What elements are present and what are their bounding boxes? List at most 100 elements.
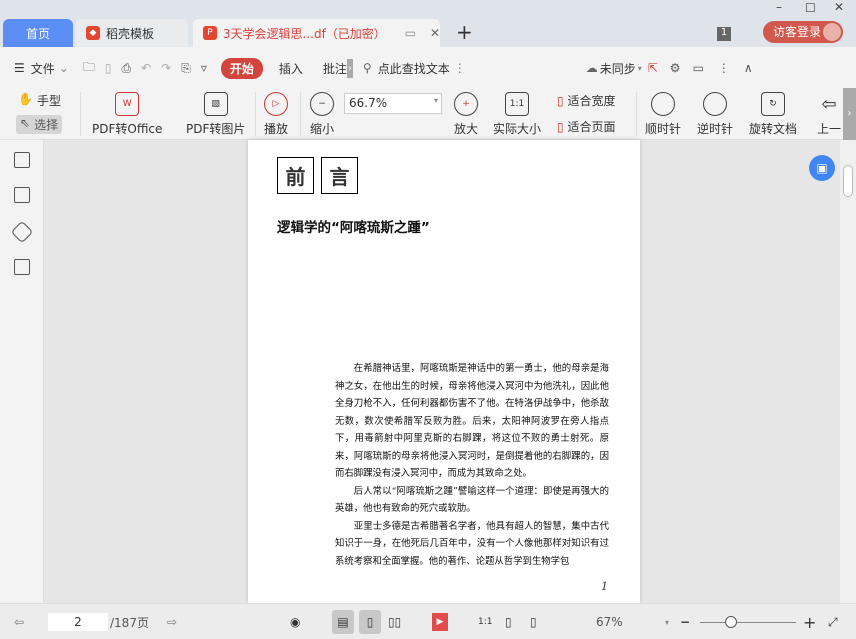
more-icon[interactable]: ⋮ — [454, 61, 466, 75]
more-icon[interactable]: ⋮ — [718, 61, 730, 75]
login-button[interactable]: 访客登录 — [763, 21, 843, 43]
two-page-icon[interactable]: ▯▯ — [388, 613, 401, 631]
minimize-button[interactable]: – — [776, 0, 782, 14]
label: 缩小 — [310, 122, 335, 136]
label: 播放 — [264, 122, 289, 136]
annotation-icon[interactable] — [10, 220, 34, 244]
redo-icon[interactable]: ↷ — [161, 61, 171, 75]
close-tab-icon[interactable]: ✕ — [430, 26, 440, 40]
zoom-in-button[interactable]: + 放大 — [454, 92, 478, 137]
actual-size-icon[interactable]: 1:1 — [478, 613, 492, 631]
login-label: 访客登录 — [773, 25, 822, 39]
paragraph: 后人常以“阿喀琉斯之踵”譬喻这样一个道理：即使是再强大的英雄，他也有致命的死穴或… — [335, 485, 609, 515]
fullscreen-icon[interactable]: ⤢ — [828, 613, 838, 631]
label: PDF转图片 — [186, 122, 246, 136]
rotate-ccw-button[interactable]: 逆时针 — [697, 92, 733, 137]
pdf-to-image-button[interactable]: ▨ PDF转图片 — [186, 92, 245, 137]
new-tab-button[interactable]: + — [456, 20, 473, 44]
tab-bar: 首页 ◆ 稻壳模板 P 3天学会逻辑思...df（已加密） ▭ ✕ + 1 访客登录 –… — [0, 0, 856, 47]
pdf-image-icon: ▨ — [203, 92, 228, 116]
single-page-icon[interactable]: ▯ — [359, 610, 381, 634]
scrollbar[interactable] — [840, 140, 856, 603]
maximize-button[interactable]: ☐ — [805, 1, 816, 15]
fit-width-icon[interactable]: ▯ — [530, 613, 537, 631]
zoom-in-button[interactable]: + — [803, 613, 816, 632]
signature-icon[interactable] — [14, 259, 30, 275]
eye-protection-icon[interactable]: ◉ — [290, 613, 300, 631]
menu-icon[interactable]: ☰ — [14, 61, 25, 75]
prev-page-icon[interactable]: ⇦ — [14, 613, 24, 631]
hand-icon: ✋ — [18, 92, 33, 106]
share-icon[interactable]: ⇱ — [648, 61, 658, 75]
fit-page-button[interactable]: ▯ 适合页面 — [557, 118, 615, 135]
page-input[interactable]: 2 — [48, 613, 108, 631]
gear-icon[interactable]: ⚙ — [670, 61, 681, 75]
sync-status[interactable]: 未同步 — [600, 60, 636, 77]
label: 实际大小 — [493, 122, 542, 136]
rotate-cw-button[interactable]: 顺时针 — [645, 92, 681, 137]
search-input[interactable]: 点此查找文本 — [378, 60, 450, 77]
play-button[interactable]: ▷ 播放 — [264, 92, 288, 137]
float-tool-icon[interactable]: ▣ — [809, 155, 835, 181]
play-icon[interactable]: ▶ — [432, 613, 448, 631]
thumbnail-icon[interactable] — [14, 187, 30, 203]
continuous-view-icon[interactable]: ▤ — [332, 610, 354, 634]
left-sidebar — [0, 140, 44, 603]
select-tool[interactable]: ⇖ 选择 — [16, 115, 63, 134]
more-dropdown-icon[interactable]: ▿ — [201, 61, 207, 75]
zoom-in-icon: + — [454, 92, 478, 116]
export-icon[interactable]: ⎘ — [181, 61, 191, 76]
feedback-icon[interactable]: ▭ — [693, 61, 704, 75]
label: 适合页面 — [567, 120, 616, 134]
hand-tool[interactable]: ✋ 手型 — [18, 92, 61, 109]
play-icon: ▷ — [264, 92, 288, 116]
zoom-out-button[interactable]: − 缩小 — [310, 92, 334, 137]
zoom-slider-handle[interactable] — [725, 616, 737, 628]
tab-annotate[interactable]: 批注 — [323, 60, 347, 77]
zoom-slider[interactable] — [700, 622, 796, 623]
zoom-select[interactable]: 66.7% ▾ — [344, 93, 442, 114]
previous-page-button[interactable]: ⇦ 上一 — [817, 92, 841, 137]
zoom-level[interactable]: 67% — [596, 613, 623, 631]
label: 旋转文档 — [749, 122, 798, 136]
tab-home[interactable]: 首页 — [3, 19, 73, 47]
open-icon[interactable]: 🗀 — [83, 58, 95, 79]
save-icon[interactable]: ▯ — [105, 61, 112, 75]
hand-label: 手型 — [36, 94, 61, 108]
zoom-out-icon: − — [310, 92, 334, 116]
pdf-to-office-button[interactable]: W PDF转Office — [92, 92, 162, 137]
label: 逆时针 — [697, 122, 734, 136]
fit-width-button[interactable]: ▯ 适合宽度 — [557, 92, 615, 109]
status-bar: ⇦ 2 /187页 ⇨ ◉ ▤ ▯ ▯▯ ▶ 1:1 ▯ ▯ 67% ▾ − +… — [0, 603, 856, 639]
chevron-down-icon[interactable]: ▾ — [638, 64, 642, 73]
print-icon[interactable]: ⎙ — [121, 61, 131, 76]
next-page-icon[interactable]: ⇨ — [167, 613, 177, 631]
pin-icon[interactable]: ▭ — [405, 26, 416, 40]
scroll-tabs-button[interactable]: › — [346, 58, 353, 78]
outline-icon[interactable] — [14, 152, 30, 168]
close-window-button[interactable]: ✕ — [834, 0, 844, 14]
actual-size-button[interactable]: 1:1 实际大小 — [493, 92, 541, 137]
scrollbar-thumb[interactable] — [843, 165, 853, 197]
zoom-out-button[interactable]: − — [680, 613, 690, 631]
ribbon-scroll-right[interactable]: › — [843, 88, 856, 140]
tab-label: 首页 — [25, 26, 50, 41]
page-badge[interactable]: 1 — [717, 27, 731, 41]
file-menu[interactable]: 文件 — [31, 60, 55, 77]
chevron-down-icon[interactable]: ▾ — [665, 613, 669, 631]
total-pages: /187页 — [110, 615, 149, 630]
chevron-down-icon[interactable]: ⌄ — [59, 61, 69, 75]
rotate-document-button[interactable]: ↻ 旋转文档 — [749, 92, 797, 137]
collapse-icon[interactable]: ∧ — [744, 61, 753, 75]
current-page: 2 — [74, 615, 82, 629]
pdf-icon: P — [203, 26, 217, 40]
tab-start[interactable]: 开始 — [220, 57, 263, 79]
tab-templates[interactable]: ◆ 稻壳模板 — [76, 19, 188, 47]
undo-icon[interactable]: ↶ — [141, 61, 151, 75]
pdf-page: 前 言 逻辑学的“阿喀琉斯之踵” 在希腊神话里，阿喀琉斯是神话中的第一勇士，他的… — [248, 140, 640, 603]
tab-document[interactable]: P 3天学会逻辑思...df（已加密） ▭ ✕ — [193, 19, 440, 47]
fit-page-icon[interactable]: ▯ — [505, 613, 512, 631]
tab-insert[interactable]: 插入 — [279, 60, 303, 77]
label: 上一 — [817, 122, 842, 136]
label: PDF转Office — [92, 122, 163, 136]
